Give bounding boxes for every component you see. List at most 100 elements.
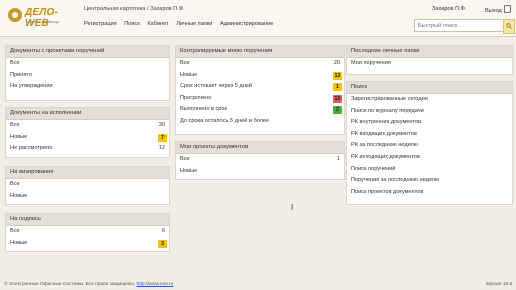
footer-link[interactable]: http://www.eos.ru	[137, 282, 174, 287]
list-item[interactable]: Не рассмотрено 12	[6, 143, 169, 155]
list-item[interactable]: Все	[6, 58, 169, 70]
count-badge: 7	[158, 133, 167, 142]
logo-icon	[8, 8, 22, 22]
list-item[interactable]: Все 6	[6, 226, 169, 238]
count-badge: 1	[333, 83, 342, 92]
panel-recent-personal-folders: Последние личные папки Мои поручения	[346, 45, 513, 75]
list-item[interactable]: Новые 12	[176, 70, 344, 82]
list-item-label: Новые	[10, 133, 28, 140]
version-label: версия 19.6	[486, 282, 513, 287]
count-badge: 2	[333, 106, 342, 115]
breadcrumb[interactable]: Центральная картотека / Захаров П.Ф.	[84, 6, 185, 12]
list-item-label: Мои поручения	[351, 60, 391, 66]
list-item[interactable]: До срока осталось 5 дней и более	[176, 116, 344, 128]
panel-my-doc-projects: Мои проекты документов Все 1 Новые	[175, 141, 345, 180]
nav-item-registration[interactable]: Регистрация	[84, 21, 117, 27]
count-badge: 15	[333, 94, 342, 103]
exit-button[interactable]: Выход	[485, 5, 511, 14]
list-item-label: До срока осталось 5 дней и более	[180, 117, 270, 124]
list-item-label: Все	[10, 60, 20, 66]
list-item-label: На утверждении	[10, 83, 53, 90]
exit-icon	[503, 5, 511, 13]
list-item[interactable]: Поиск по журналу передачи	[347, 106, 512, 118]
panel-title: Документы на исполнении	[6, 108, 169, 120]
item-count: 12	[158, 145, 165, 152]
list-item[interactable]: РК за последнюю неделю	[347, 140, 512, 152]
list-item-label: Выполнено в срок	[180, 106, 227, 113]
list-item-label: Все	[10, 181, 20, 187]
list-item[interactable]: Зарегистрированные сегодня	[347, 94, 512, 106]
list-item[interactable]: РК входящих документов	[347, 129, 512, 141]
list-item-label: Все	[10, 122, 20, 128]
list-item[interactable]: На утверждении	[6, 81, 169, 93]
list-item-label: Поиск поручений	[351, 165, 396, 172]
item-count: 1	[336, 156, 340, 162]
quick-search-input[interactable]	[415, 20, 503, 31]
list-item-label: Принято	[10, 71, 32, 78]
list-item-label: Все	[10, 228, 20, 234]
list-item-label: Просрочено	[180, 94, 212, 101]
header: ДЕЛО-WEB главная страница Центральная ка…	[0, 0, 516, 37]
count-badge: 3	[158, 239, 167, 248]
list-item[interactable]: Принято	[6, 70, 169, 82]
user-name[interactable]: Захаров П.Ф.	[432, 6, 466, 12]
quick-search	[414, 19, 504, 32]
nav-item-personal-folders[interactable]: Личные папки	[176, 21, 212, 27]
count-badge: 12	[333, 71, 342, 80]
list-item[interactable]: Новые	[6, 191, 169, 203]
panel-docs-on-execution: Документы на исполнении Все 30 Новые 7 Не рас…	[5, 107, 170, 158]
list-item[interactable]: Все 20	[176, 58, 344, 70]
panel-search: Поиск Зарегистрированные сегодня Поиск по …	[346, 81, 513, 205]
panel-docs-with-projects: Документы с проектами поручений Все Принят…	[5, 45, 170, 101]
footer: © Электронные Офисные Системы. Все права…	[0, 279, 516, 290]
list-item[interactable]: РК исходящих документов	[347, 152, 512, 164]
list-item-label: Новые	[10, 192, 28, 199]
panel-title: Контролируемые мною поручения	[176, 46, 344, 58]
list-item-label: РК входящих документов	[351, 130, 417, 137]
list-item[interactable]: Выполнено в срок 2	[176, 104, 344, 116]
logo-text: ДЕЛО-WEB	[25, 7, 58, 29]
list-item[interactable]: Поиск проектов документов	[347, 187, 512, 199]
list-item[interactable]: Срок истекает через 5 дней 1	[176, 81, 344, 93]
nav-item-administration[interactable]: Администрирование	[220, 21, 273, 27]
panel-title: На подпись	[6, 214, 169, 226]
list-item-label: Новые	[180, 71, 198, 78]
list-item[interactable]: Поручения за последнюю неделю	[347, 175, 512, 187]
list-item-label: Новые	[10, 239, 28, 246]
item-count: 6	[161, 228, 165, 234]
list-item-label: Зарегистрированные сегодня	[351, 96, 428, 102]
list-item[interactable]: Новые 3	[6, 238, 169, 250]
search-icon	[506, 23, 512, 29]
list-item-label: Новые	[180, 167, 198, 174]
panel-for-visa: На визирование Все Новые	[5, 166, 170, 205]
panel-title: Поиск	[347, 82, 512, 94]
panel-for-signature: На подпись Все 6 Новые 3	[5, 213, 170, 252]
nav-item-search[interactable]: Поиск	[124, 21, 140, 27]
list-item[interactable]: Мои поручения	[347, 58, 512, 70]
logo[interactable]: ДЕЛО-WEB главная страница	[8, 6, 78, 29]
panel-title: На визирование	[6, 167, 169, 179]
nav-item-cabinet[interactable]: Кабинет	[147, 21, 168, 27]
panel-controlled-orders: Контролируемые мною поручения Все 20 Новые 1…	[175, 45, 345, 135]
list-item[interactable]: Поиск поручений	[347, 164, 512, 176]
list-item-label: РК исходящих документов	[351, 153, 420, 160]
panel-title: Последние личные папки	[347, 46, 512, 58]
list-item[interactable]: Все 30	[6, 120, 169, 132]
list-item-label: Все	[180, 156, 190, 162]
item-count: 20	[333, 60, 340, 66]
footer-copyright: © Электронные Офисные Системы. Все права…	[4, 282, 136, 287]
list-item-label: РК за последнюю неделю	[351, 142, 418, 149]
list-item[interactable]: Просрочено 15	[176, 93, 344, 105]
exit-label: Выход	[485, 8, 502, 14]
list-item[interactable]: Все 1	[176, 154, 344, 166]
list-item[interactable]: Новые 7	[6, 132, 169, 144]
list-item[interactable]: Все	[6, 179, 169, 191]
list-item-label: Все	[180, 60, 190, 66]
logo-subtitle: главная страница	[26, 19, 60, 24]
list-item[interactable]: РК внутренних документов	[347, 117, 512, 129]
list-item[interactable]: Новые	[176, 166, 344, 178]
panel-title: Мои проекты документов	[176, 142, 344, 154]
search-button[interactable]	[503, 19, 515, 34]
text-cursor-icon: I	[291, 203, 294, 212]
list-item-label: Срок истекает через 5 дней	[180, 83, 253, 90]
